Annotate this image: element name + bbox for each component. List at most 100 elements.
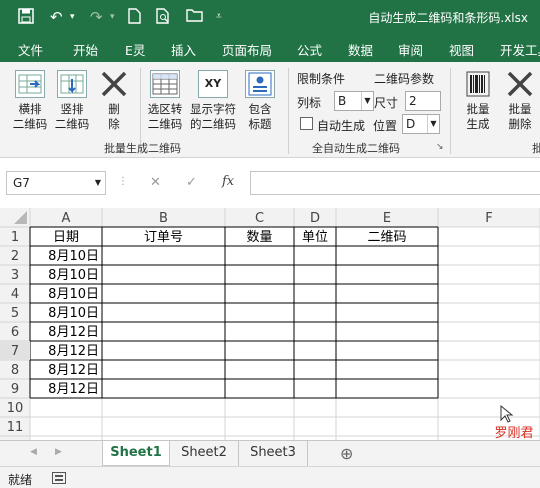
- tab-view[interactable]: 视图: [449, 40, 474, 59]
- table-cell[interactable]: 8月12日: [48, 325, 99, 340]
- new-document-icon[interactable]: [128, 8, 141, 26]
- batch-generate-button[interactable]: 批量 生成: [458, 70, 498, 132]
- column-header-a[interactable]: A: [62, 211, 71, 226]
- row-header-7[interactable]: 7: [11, 344, 19, 359]
- tab-developer[interactable]: 开发工具: [500, 40, 540, 59]
- delete-x-icon: [505, 70, 535, 98]
- formula-input[interactable]: [250, 171, 540, 195]
- tab-scroll-right-icon[interactable]: ▶: [55, 447, 62, 457]
- row-header-10[interactable]: 10: [7, 401, 24, 416]
- position-label: 位置: [373, 119, 398, 133]
- row-header-5[interactable]: 5: [11, 306, 19, 321]
- table-cell[interactable]: 8月10日: [48, 287, 99, 302]
- row-header-1[interactable]: 1: [11, 230, 19, 245]
- cancel-icon[interactable]: ✕: [150, 175, 161, 190]
- print-preview-icon[interactable]: [156, 8, 171, 26]
- barcode-icon: [463, 70, 493, 98]
- status-text: 就绪: [8, 473, 33, 487]
- row-header-4[interactable]: 4: [11, 287, 19, 302]
- tab-eling[interactable]: E灵: [125, 40, 145, 59]
- header-cell[interactable]: 单位: [302, 230, 328, 245]
- delete-button[interactable]: 删 除: [96, 70, 132, 132]
- tab-data[interactable]: 数据: [348, 40, 373, 59]
- watermark-text: 罗刚君: [494, 426, 533, 440]
- chevron-down-icon[interactable]: ▾: [70, 8, 75, 26]
- table-cell[interactable]: 8月10日: [48, 306, 99, 321]
- header-cell[interactable]: 数量: [246, 230, 272, 245]
- chevron-down-icon: ▼: [361, 92, 373, 110]
- ribbon-separator: [288, 68, 289, 154]
- table-cell[interactable]: 8月12日: [48, 382, 99, 397]
- vertical-qr-icon: [57, 70, 87, 98]
- chevron-down-icon[interactable]: ▾: [110, 8, 115, 26]
- status-bar: 就绪: [0, 466, 540, 488]
- tab-scroll-left-icon[interactable]: ◀: [30, 447, 37, 457]
- ribbon: 横排 二维码 竖排 二维码 删 除 选区转 二维码 XY 显示字符 的二维码 包…: [0, 62, 540, 158]
- limit-conditions-label: 限制条件: [297, 72, 346, 86]
- sheet-tab-sheet2[interactable]: Sheet2: [170, 441, 239, 466]
- column-header-d[interactable]: D: [310, 211, 320, 226]
- column-header-f[interactable]: F: [485, 211, 492, 226]
- auto-generate-checkbox[interactable]: [300, 117, 313, 130]
- redo-icon[interactable]: ↷: [90, 8, 103, 26]
- display-char-qr-button[interactable]: XY 显示字符 的二维码: [188, 70, 238, 132]
- include-title-button[interactable]: 包含 标题: [242, 70, 278, 132]
- function-icon[interactable]: fx: [222, 174, 234, 189]
- group-label-more: 批: [532, 142, 540, 155]
- selection-to-qr-button[interactable]: 选区转 二维码: [144, 70, 186, 132]
- vertical-qr-button[interactable]: 竖排 二维码: [52, 70, 92, 132]
- table-cell[interactable]: 8月10日: [48, 268, 99, 283]
- formula-bar: G7 ▼ ⋮ ✕ ✓ fx: [0, 166, 540, 202]
- column-header-e[interactable]: E: [383, 211, 391, 226]
- tab-formulas[interactable]: 公式: [297, 40, 322, 59]
- horizontal-qr-button[interactable]: 横排 二维码: [10, 70, 50, 132]
- table-cell[interactable]: 8月10日: [48, 249, 99, 264]
- dialog-launcher-icon[interactable]: ↘: [436, 142, 444, 152]
- size-input[interactable]: 2: [405, 91, 441, 111]
- selection-grid-icon: [150, 70, 180, 98]
- open-folder-icon[interactable]: [186, 8, 204, 26]
- row-header-8[interactable]: 8: [11, 363, 19, 378]
- macro-record-icon[interactable]: [52, 472, 66, 484]
- xy-icon: XY: [198, 70, 228, 98]
- delete-x-icon: [99, 70, 129, 98]
- tab-page-layout[interactable]: 页面布局: [222, 40, 272, 59]
- row-header-2[interactable]: 2: [11, 249, 19, 264]
- undo-icon[interactable]: ↶: [50, 8, 63, 26]
- header-cell[interactable]: 日期: [53, 230, 79, 245]
- chevron-down-icon: ▼: [427, 115, 439, 133]
- column-header-c[interactable]: C: [255, 211, 264, 226]
- tab-home[interactable]: 开始: [73, 40, 98, 59]
- ribbon-separator: [450, 68, 451, 154]
- batch-delete-button[interactable]: 批量 删除: [500, 70, 540, 132]
- row-header-6[interactable]: 6: [11, 325, 19, 340]
- customize-toolbar-icon[interactable]: ⩡: [216, 8, 222, 26]
- save-icon[interactable]: [18, 8, 34, 26]
- spreadsheet-grid[interactable]: A B C D E F 1 2 3 4 5 6 7 8 9 10 11 日期 订单号 数量 单位 二维码 8月10日 8月…: [0, 208, 540, 440]
- auto-generate-label: 自动生成: [317, 119, 366, 133]
- header-cell[interactable]: 订单号: [144, 230, 183, 245]
- column-header-bar: [0, 208, 540, 227]
- tab-file[interactable]: 文件: [18, 40, 43, 59]
- tab-review[interactable]: 审阅: [398, 40, 423, 59]
- column-header-b[interactable]: B: [159, 211, 168, 226]
- sheet-tab-sheet1[interactable]: Sheet1: [102, 441, 170, 466]
- size-label: 尺寸: [374, 96, 399, 110]
- table-cell[interactable]: 8月12日: [48, 344, 99, 359]
- header-cell[interactable]: 二维码: [367, 230, 406, 245]
- title-bar: ↶ ▾ ↷ ▾ ⩡ 自动生成二维码和条形码.xlsx: [0, 0, 540, 34]
- row-header-3[interactable]: 3: [11, 268, 19, 283]
- qr-params-label: 二维码参数: [374, 72, 435, 86]
- column-select[interactable]: B ▼: [334, 91, 374, 111]
- tab-insert[interactable]: 插入: [171, 40, 196, 59]
- chevron-down-icon[interactable]: ▼: [95, 172, 101, 194]
- sheet-tab-sheet3[interactable]: Sheet3: [239, 441, 308, 466]
- table-cell[interactable]: 8月12日: [48, 363, 99, 378]
- row-header-11[interactable]: 11: [7, 420, 24, 435]
- position-select[interactable]: D ▼: [402, 114, 440, 134]
- drag-handle-icon[interactable]: ⋮: [118, 176, 128, 187]
- enter-icon[interactable]: ✓: [186, 175, 197, 190]
- name-box[interactable]: G7 ▼: [6, 171, 106, 195]
- add-sheet-icon[interactable]: ⊕: [340, 444, 353, 463]
- row-header-9[interactable]: 9: [11, 382, 19, 397]
